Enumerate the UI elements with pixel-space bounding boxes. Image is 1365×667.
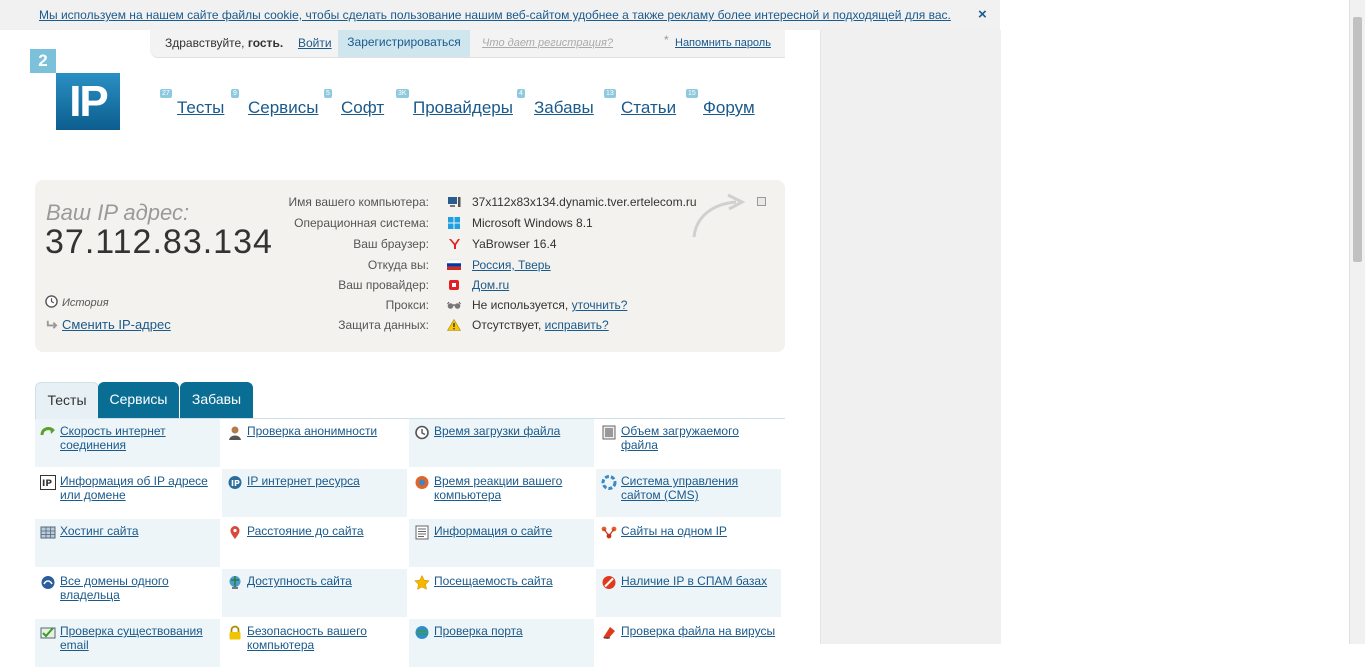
register-button[interactable]: Зарегистрироваться <box>338 30 470 57</box>
nav-forum[interactable]: 15 Форум <box>686 89 755 118</box>
protection-fix-link[interactable]: исправить? <box>545 318 609 332</box>
nav-count: 9 <box>231 89 239 98</box>
star-icon <box>414 575 430 590</box>
list-item[interactable]: Время реакции вашего компьютера <box>409 469 594 517</box>
list-item[interactable]: Информация о сайте <box>409 519 594 567</box>
list-item[interactable]: Система управления сайтом (CMS) <box>596 469 781 517</box>
list-item[interactable]: Объем загружаемого файла <box>596 419 781 467</box>
history-link[interactable]: История <box>45 295 109 309</box>
location-link[interactable]: Россия, Тверь <box>472 258 551 272</box>
spy-icon <box>229 426 241 440</box>
list-item[interactable]: Проверка порта <box>409 619 594 667</box>
list-item[interactable]: Хостинг сайта <box>35 519 220 567</box>
list-item[interactable]: Время загрузки файла <box>409 419 594 467</box>
info-row-proxy: Прокси: Не используется, уточнить? <box>385 298 628 312</box>
info-row-location: Откуда вы: Россия, Тверь <box>367 258 551 272</box>
lock-icon <box>229 625 241 640</box>
info-row-computer: Имя вашего компьютера: 37x112x83x134.dyn… <box>288 195 697 209</box>
logo-ip[interactable]: IP <box>56 73 120 130</box>
reaction-time-icon <box>415 476 429 489</box>
cms-icon <box>601 475 617 490</box>
computer-icon <box>448 197 461 207</box>
cookie-banner: Мы используем на нашем сайте файлы cooki… <box>0 0 1000 30</box>
nav-count: 5 <box>324 89 332 98</box>
hosting-icon <box>40 526 56 539</box>
nav-articles[interactable]: 13 Статьи <box>604 89 676 118</box>
network-icon <box>601 526 617 539</box>
tab-fun[interactable]: Забавы <box>180 382 253 418</box>
list-item[interactable]: Проверка анонимности <box>222 419 407 467</box>
info-row-browser: Ваш браузер: YaBrowser 16.4 <box>353 237 557 251</box>
yandex-browser-icon <box>449 239 460 249</box>
info-row-os: Операционная система: Microsoft Windows … <box>294 216 593 230</box>
greeting: Здравствуйте, гость. <box>165 36 284 50</box>
nav-soft[interactable]: 5 Софт <box>324 89 384 118</box>
list-item[interactable]: Проверка файла на вирусы <box>596 619 781 667</box>
provider-icon <box>449 280 459 290</box>
nav-count: 15 <box>686 89 698 98</box>
glasses-icon <box>447 301 461 309</box>
nav-fun[interactable]: 4 Забавы <box>517 89 594 118</box>
login-link[interactable]: Войти <box>298 36 332 50</box>
no-spam-icon <box>602 576 616 589</box>
ip-resource-icon: IP <box>228 476 242 489</box>
list-item[interactable]: Посещаемость сайта <box>409 569 594 617</box>
list-item[interactable]: Все домены одного владельца <box>35 569 220 617</box>
russia-flag-icon <box>447 259 461 270</box>
nav-services[interactable]: 9 Сервисы <box>231 89 318 118</box>
globe-icon <box>229 576 241 589</box>
right-column <box>820 30 1001 644</box>
virus-check-icon <box>603 627 615 639</box>
list-item[interactable]: Скорость интернет соединения <box>35 419 220 467</box>
logo-2-badge[interactable]: 2 <box>30 49 56 73</box>
email-check-icon <box>40 627 56 639</box>
nav-count: 4 <box>517 89 525 98</box>
provider-link[interactable]: Дом.ru <box>472 278 509 292</box>
star-mark: * <box>664 33 669 47</box>
speed-arrow-icon <box>40 427 55 436</box>
remind-password-link[interactable]: Напомнить пароль <box>675 37 771 49</box>
login-bar: Здравствуйте, гость. Войти Зарегистриров… <box>150 30 785 58</box>
document-icon <box>415 525 429 540</box>
tab-services[interactable]: Сервисы <box>98 382 179 418</box>
ip-info-icon: IP <box>40 475 56 490</box>
list-item[interactable]: Наличие IP в СПАМ базах <box>596 569 781 617</box>
curved-arrow-icon <box>692 193 746 238</box>
map-pin-icon <box>230 526 240 539</box>
list-item[interactable]: IP IP интернет ресурса <box>222 469 407 517</box>
port-globe-icon <box>415 626 429 639</box>
info-row-protection: Защита данных: Отсутствует, исправить? <box>338 318 609 332</box>
svg-text:IP: IP <box>42 479 52 489</box>
cookie-text[interactable]: Мы используем на нашем сайте файлы cooki… <box>39 8 951 22</box>
nav-tests[interactable]: 27 Тесты <box>160 89 224 118</box>
scrollbar-thumb[interactable] <box>1353 17 1362 262</box>
warning-icon <box>447 319 461 331</box>
windows-icon <box>448 217 460 229</box>
nav-providers[interactable]: 3K Провайдеры <box>396 89 513 118</box>
nav-count: 27 <box>160 89 172 98</box>
change-ip-link[interactable]: Сменить IP-адрес <box>45 317 171 332</box>
list-item[interactable]: Сайты на одном IP <box>596 519 781 567</box>
file-size-icon <box>602 425 616 440</box>
pin-checkbox[interactable] <box>757 197 766 206</box>
tabs-bar: Тесты Сервисы Забавы <box>35 382 785 419</box>
proxy-clarify-link[interactable]: уточнить? <box>572 298 628 312</box>
list-item[interactable]: Безопасность вашего компьютера <box>222 619 407 667</box>
list-item[interactable]: Проверка существования email <box>35 619 220 667</box>
svg-text:IP: IP <box>231 479 240 488</box>
nav-count: 3K <box>396 89 409 98</box>
list-item[interactable]: IP Информация об IP адресе или домене <box>35 469 220 517</box>
list-item[interactable]: Расстояние до сайта <box>222 519 407 567</box>
clock-icon <box>415 425 429 440</box>
list-item[interactable]: Доступность сайта <box>222 569 407 617</box>
tab-tests[interactable]: Тесты <box>35 382 99 419</box>
return-arrow-icon <box>46 320 58 329</box>
cookie-close-icon[interactable]: × <box>978 6 987 23</box>
info-row-provider: Ваш провайдер: Дом.ru <box>338 278 510 292</box>
clock-icon <box>45 295 58 308</box>
ip-info-box: Ваш IP адрес: 37.112.83.134 История Смен… <box>35 180 785 352</box>
owner-domains-icon <box>41 576 55 589</box>
what-registration-link[interactable]: Что дает регистрация? <box>482 37 613 49</box>
nav-count: 13 <box>604 89 616 98</box>
